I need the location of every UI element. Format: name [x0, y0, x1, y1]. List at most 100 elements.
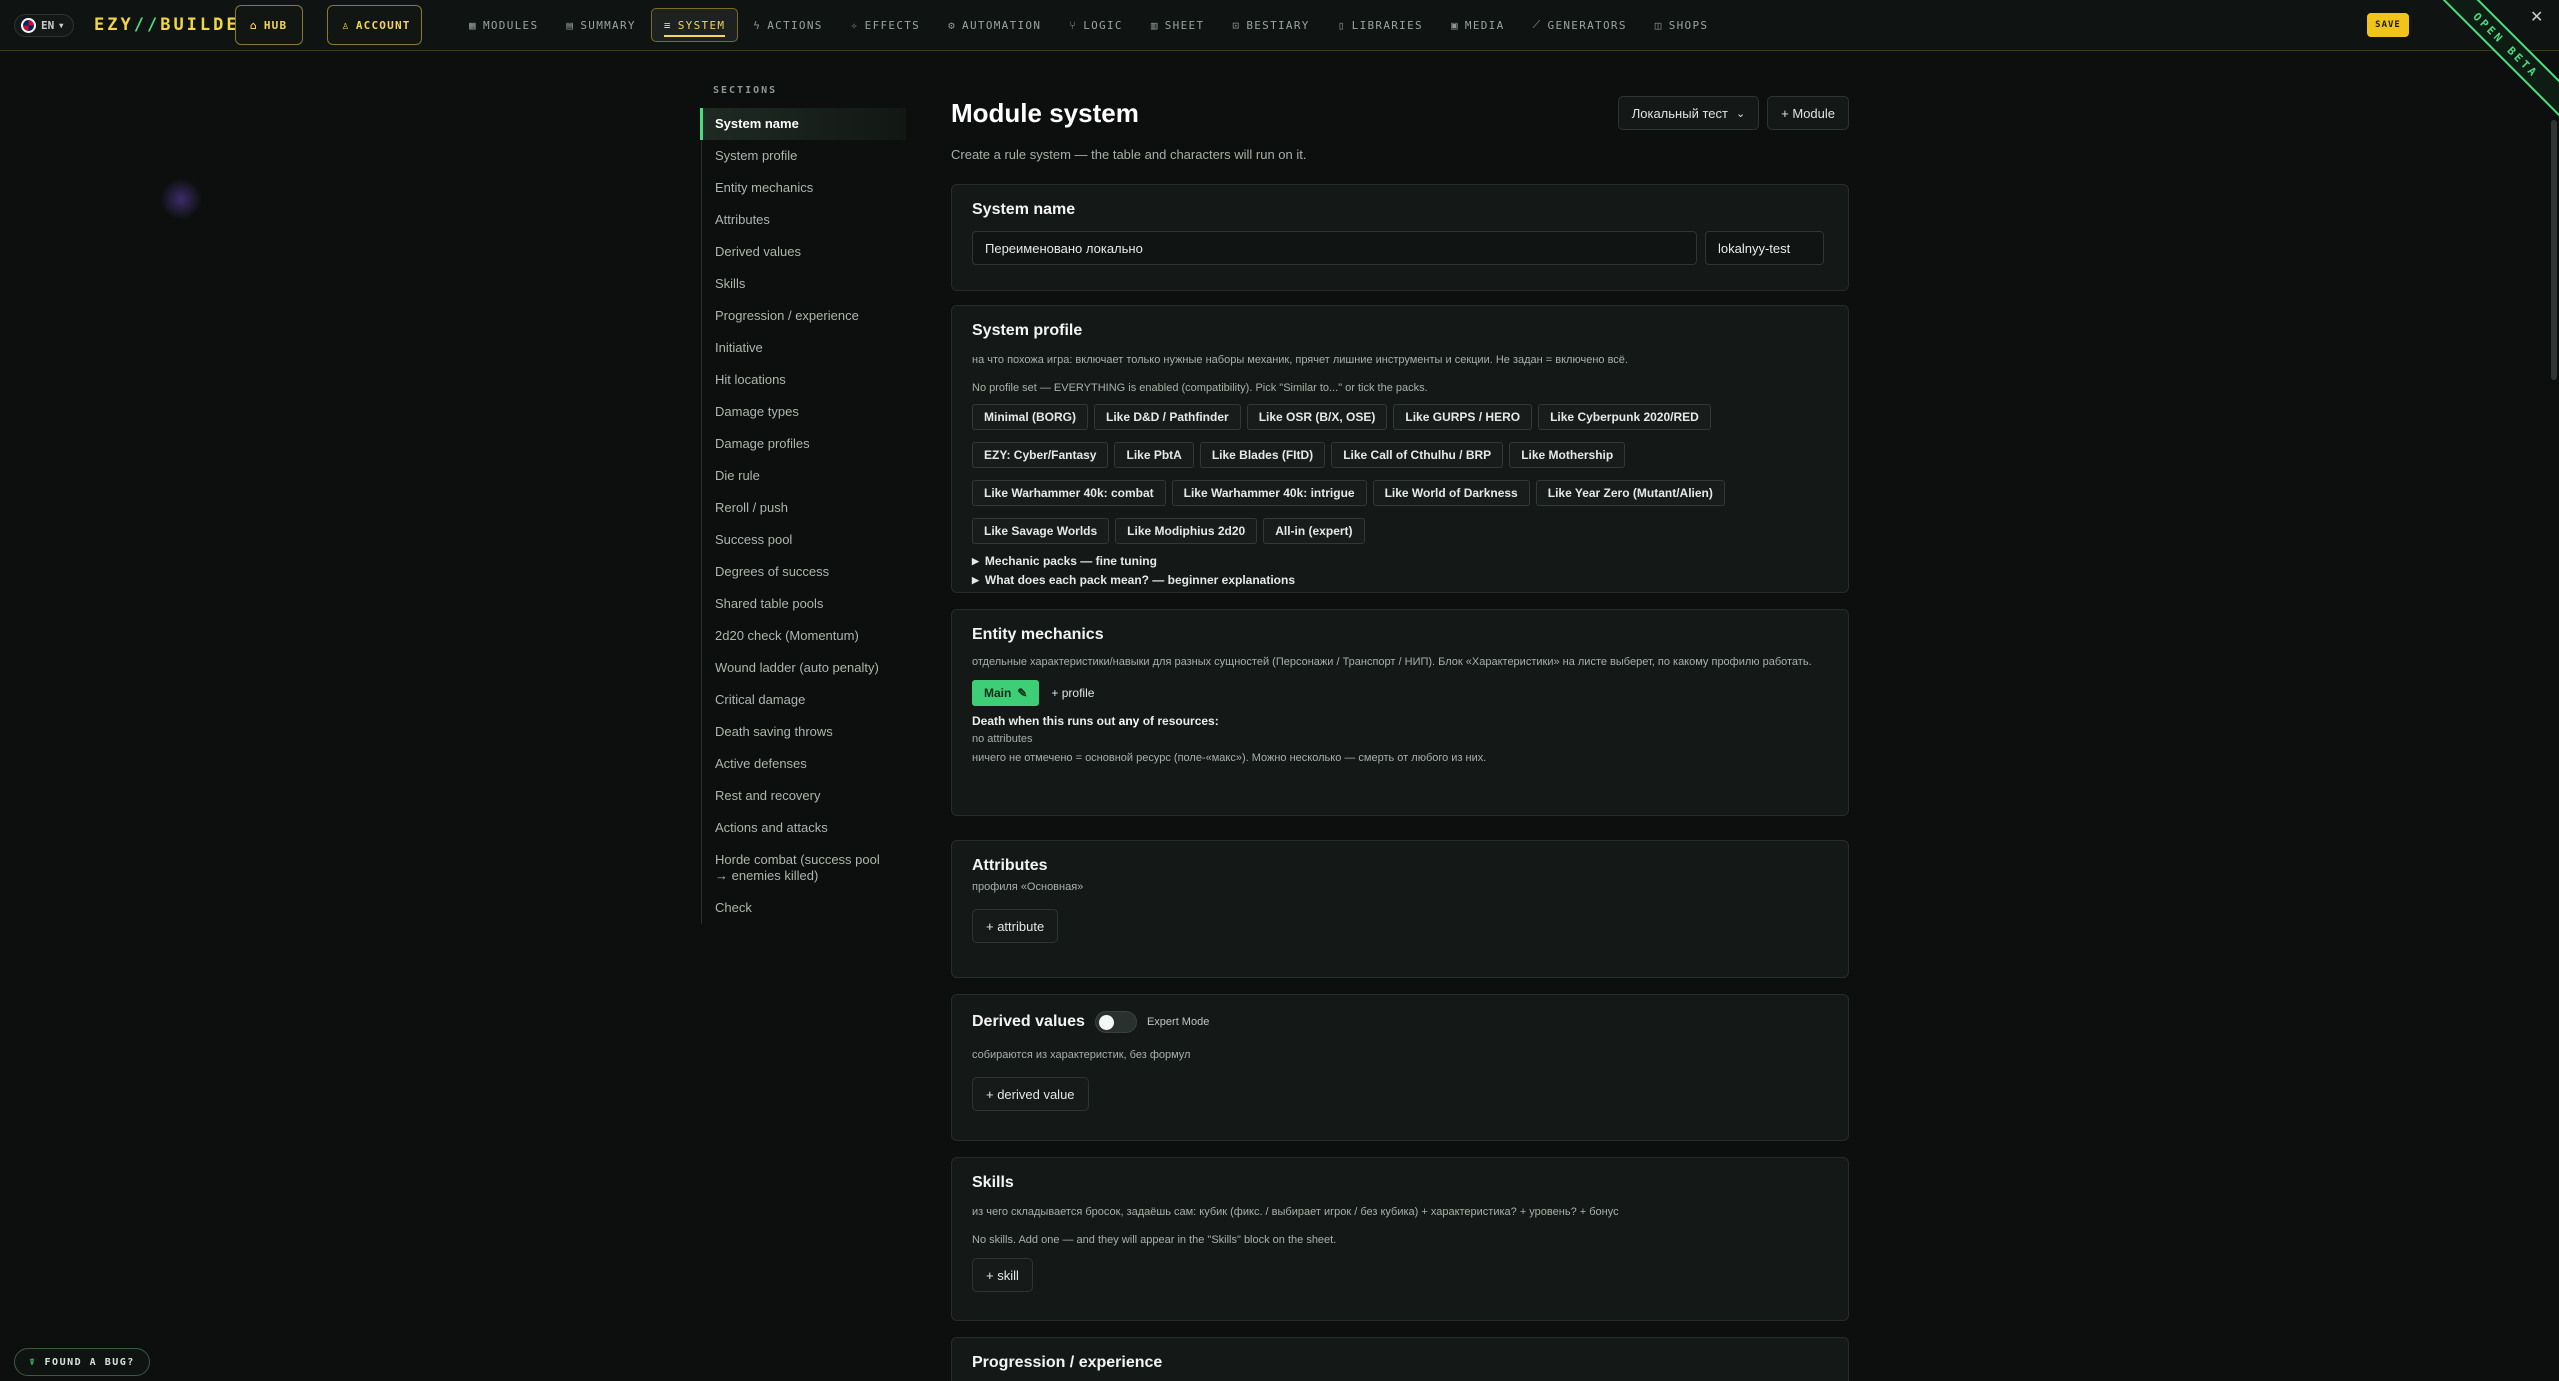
system-name-input[interactable]: Переименовано локально	[972, 231, 1697, 265]
section-wound-ladder[interactable]: Wound ladder (auto penalty)	[702, 652, 906, 684]
section-derived-values[interactable]: Derived values	[702, 236, 906, 268]
main-nav: ▦ MODULES ▤ SUMMARY ≡ SYSTEM ϟ ACTIONS ✧ EFFE…	[456, 5, 1721, 45]
profile-chip[interactable]: Like Modiphius 2d20	[1115, 518, 1258, 544]
add-module-button[interactable]: + Module	[1767, 96, 1849, 130]
profile-chip[interactable]: Like Savage Worlds	[972, 518, 1110, 544]
section-initiative[interactable]: Initiative	[702, 332, 906, 364]
nav-libraries[interactable]: ▯ LIBRARIES	[1325, 8, 1436, 42]
pack-explanations-toggle[interactable]: ▶ What does each pack mean? — beginner e…	[972, 573, 1828, 587]
death-pre: Death when this runs out	[972, 714, 1119, 728]
profile-chip[interactable]: Like OSR (B/X, OSE)	[1246, 404, 1388, 430]
add-profile-button[interactable]: + profile	[1047, 686, 1098, 700]
nav-automation[interactable]: ⚙ AUTOMATION	[935, 8, 1054, 42]
section-system-name[interactable]: System name	[700, 108, 906, 140]
section-rest-recovery[interactable]: Rest and recovery	[702, 780, 906, 812]
nav-modules[interactable]: ▦ MODULES	[456, 8, 551, 42]
bag-icon: ◫	[1654, 18, 1663, 32]
nav-label: ACTIONS	[767, 18, 823, 32]
profile-chip[interactable]: Like Year Zero (Mutant/Alien)	[1535, 480, 1725, 506]
section-success-pool[interactable]: Success pool	[702, 524, 906, 556]
nav-generators[interactable]: ⟋ GENERATORS	[1520, 8, 1640, 42]
close-icon[interactable]: ✕	[2530, 7, 2543, 27]
save-button[interactable]: SAVE	[2367, 13, 2409, 37]
section-2d20-check[interactable]: 2d20 check (Momentum)	[702, 620, 906, 652]
section-critical-damage[interactable]: Critical damage	[702, 684, 906, 716]
sections-title: SECTIONS	[713, 85, 778, 96]
section-death-saving-throws[interactable]: Death saving throws	[702, 716, 906, 748]
system-slug-input[interactable]: lokalnyy-test	[1705, 231, 1824, 265]
page-scrollbar[interactable]	[2551, 120, 2557, 380]
add-derived-value-button[interactable]: + derived value	[972, 1077, 1089, 1111]
section-active-defenses[interactable]: Active defenses	[702, 748, 906, 780]
profile-chips: Minimal (BORG) Like D&D / Pathfinder Lik…	[972, 404, 1772, 544]
account-button[interactable]: ♙ ACCOUNT	[327, 5, 422, 45]
hub-button[interactable]: ⌂ HUB	[235, 5, 303, 45]
nav-system[interactable]: ≡ SYSTEM	[650, 8, 739, 42]
profile-chip[interactable]: Like World of Darkness	[1372, 480, 1530, 506]
section-damage-types[interactable]: Damage types	[702, 396, 906, 428]
report-bug-button[interactable]: ☤ FOUND A BUG?	[14, 1348, 150, 1376]
language-selector[interactable]: EN ▾	[14, 14, 74, 37]
local-test-dropdown[interactable]: Локальный тест ⌄	[1617, 96, 1760, 130]
nav-logic[interactable]: ⑂ LOGIC	[1056, 8, 1136, 42]
add-attribute-button[interactable]: + attribute	[972, 909, 1059, 943]
profile-chip[interactable]: Like Cyberpunk 2020/RED	[1538, 404, 1711, 430]
section-damage-profiles[interactable]: Damage profiles	[702, 428, 906, 460]
nav-summary[interactable]: ▤ SUMMARY	[553, 8, 648, 42]
pack-explanations-label: What does each pack mean? — beginner exp…	[984, 573, 1295, 587]
profile-chip[interactable]: Like GURPS / HERO	[1393, 404, 1533, 430]
bolt-icon: ϟ	[753, 18, 762, 32]
profile-chip[interactable]: Like Mothership	[1509, 442, 1626, 468]
brand-logo[interactable]: EZY//BUILDER	[94, 15, 253, 35]
background-glow	[160, 178, 202, 220]
nav-label: SHEET	[1164, 18, 1205, 32]
profile-chip[interactable]: Like Warhammer 40k: intrigue	[1171, 480, 1367, 506]
brand-slash: //	[133, 15, 161, 35]
section-progression[interactable]: Progression / experience	[702, 300, 906, 332]
add-skill-button[interactable]: + skill	[972, 1258, 1033, 1292]
skills-empty-text: No skills. Add one — and they will appea…	[972, 1234, 1337, 1246]
grid-icon: ▦	[469, 18, 477, 32]
uk-flag-icon	[21, 18, 36, 33]
section-horde-combat[interactable]: Horde combat (success pool → enemies kil…	[702, 844, 906, 892]
section-degrees-of-success[interactable]: Degrees of success	[702, 556, 906, 588]
section-actions-attacks[interactable]: Actions and attacks	[702, 812, 906, 844]
section-die-rule[interactable]: Die rule	[702, 460, 906, 492]
section-shared-table-pools[interactable]: Shared table pools	[702, 588, 906, 620]
section-entity-mechanics[interactable]: Entity mechanics	[702, 172, 906, 204]
profile-chip[interactable]: Like PbtA	[1114, 442, 1194, 468]
profile-chip[interactable]: All-in (expert)	[1263, 518, 1365, 544]
profile-chip[interactable]: Like Warhammer 40k: combat	[972, 480, 1166, 506]
profile-chip[interactable]: EZY: Cyber/Fantasy	[972, 442, 1109, 468]
pencil-icon: ✎	[1017, 686, 1028, 700]
expert-mode-toggle[interactable]	[1094, 1011, 1137, 1033]
nav-media[interactable]: ▣ MEDIA	[1438, 8, 1518, 42]
system-profile-card: System profile на что похожа игра: включ…	[951, 305, 1849, 593]
expert-mode-label: Expert Mode	[1146, 1016, 1210, 1028]
book-icon: ▯	[1337, 18, 1346, 32]
nav-sheet[interactable]: ▥ SHEET	[1138, 8, 1218, 42]
nav-label: EFFECTS	[864, 18, 921, 32]
document-icon: ▤	[566, 18, 575, 32]
section-check[interactable]: Check	[702, 892, 906, 924]
section-skills[interactable]: Skills	[702, 268, 906, 300]
nav-bestiary[interactable]: ⊡ BESTIARY	[1219, 8, 1322, 42]
nav-label: MEDIA	[1464, 18, 1505, 32]
mechanic-packs-toggle[interactable]: ▶ Mechanic packs — fine tuning	[972, 554, 1828, 568]
derived-values-heading: Derived values	[972, 1013, 1085, 1030]
section-system-profile[interactable]: System profile	[702, 140, 906, 172]
profile-chip[interactable]: Like Call of Cthulhu / BRP	[1331, 442, 1504, 468]
profile-chip[interactable]: Like D&D / Pathfinder	[1094, 404, 1241, 430]
chevron-down-icon: ⌄	[1735, 107, 1746, 120]
profile-chip[interactable]: Like Blades (FItD)	[1199, 442, 1326, 468]
profile-tab-main[interactable]: Main ✎	[972, 680, 1040, 706]
nav-actions[interactable]: ϟ ACTIONS	[740, 8, 835, 42]
user-icon: ♙	[342, 18, 350, 32]
nav-effects[interactable]: ✧ EFFECTS	[838, 8, 933, 42]
section-hit-locations[interactable]: Hit locations	[702, 364, 906, 396]
section-reroll-push[interactable]: Reroll / push	[702, 492, 906, 524]
nav-shops[interactable]: ◫ SHOPS	[1642, 8, 1722, 42]
section-attributes[interactable]: Attributes	[702, 204, 906, 236]
system-profile-status: No profile set — EVERYTHING is enabled (…	[972, 382, 1428, 394]
profile-chip[interactable]: Minimal (BORG)	[972, 404, 1088, 430]
